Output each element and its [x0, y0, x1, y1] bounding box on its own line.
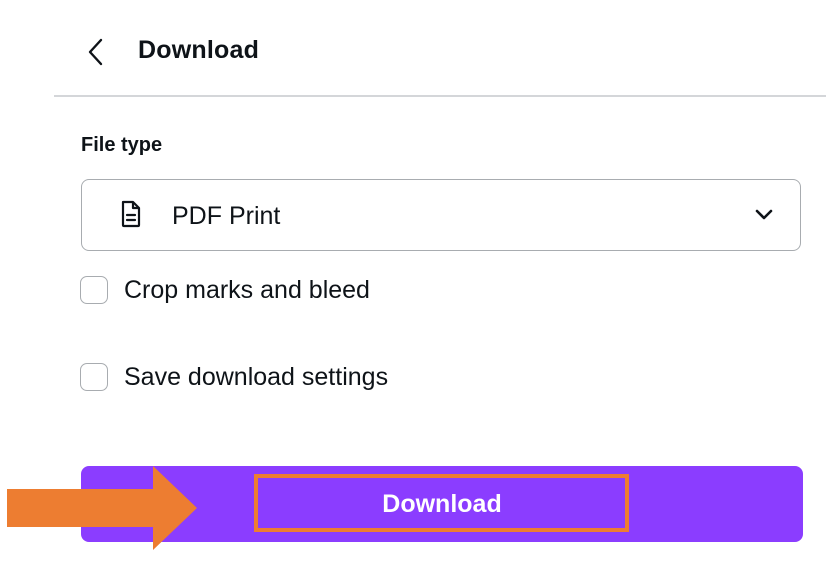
crop-marks-checkbox[interactable]	[80, 276, 108, 304]
back-button[interactable]	[78, 32, 114, 72]
chevron-left-icon	[88, 38, 103, 66]
crop-marks-label: Crop marks and bleed	[124, 275, 370, 304]
arrow-right-icon	[7, 466, 197, 550]
file-type-value: PDF Print	[172, 202, 281, 230]
crop-marks-option[interactable]: Crop marks and bleed	[80, 274, 370, 306]
file-type-select[interactable]: PDF Print	[81, 179, 801, 251]
file-type-label: File type	[81, 134, 163, 156]
panel-header: Download	[0, 0, 826, 96]
page-title: Download	[138, 36, 260, 64]
header-divider	[54, 95, 826, 97]
save-settings-option[interactable]: Save download settings	[80, 361, 388, 393]
save-settings-checkbox[interactable]	[80, 363, 108, 391]
chevron-down-icon	[755, 209, 773, 220]
file-document-icon	[121, 200, 141, 228]
save-settings-label: Save download settings	[124, 362, 389, 391]
